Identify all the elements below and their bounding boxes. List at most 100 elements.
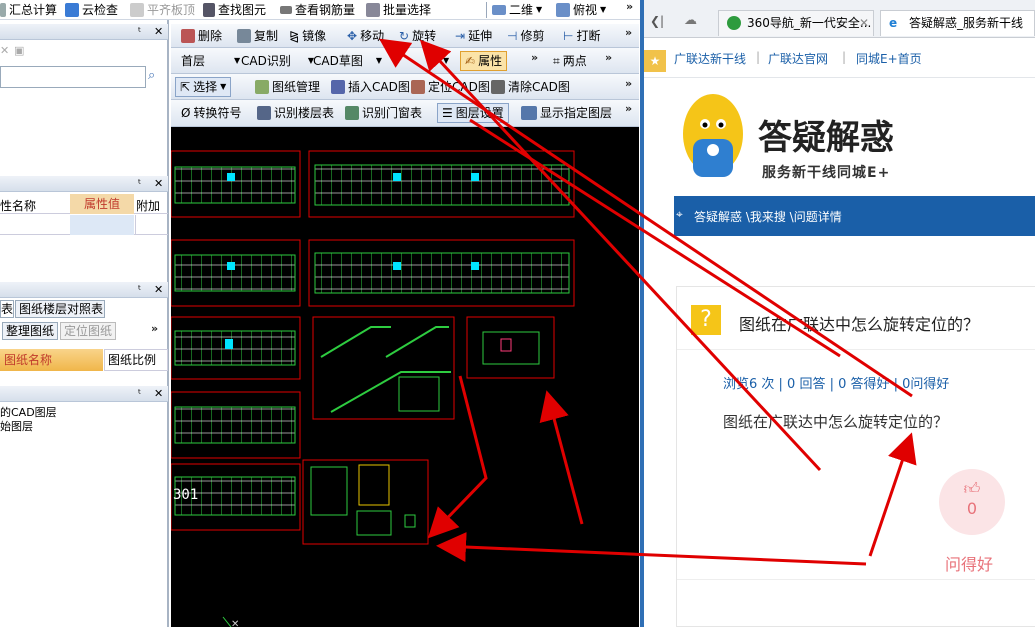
layer-settings-button[interactable]: ☰ 图层设置 (437, 103, 509, 123)
locate-drawing-button[interactable]: 定位图纸 (60, 322, 116, 340)
property-value-cell[interactable] (70, 215, 134, 235)
tab-floor-map[interactable]: 图纸楼层对照表 (15, 300, 105, 318)
bookmark-link[interactable]: 同城E+首页 (856, 50, 922, 67)
two-point-button[interactable]: ⌗ 两点 (553, 51, 587, 71)
property-table-header: 性名称 属性值 附加 (0, 194, 168, 214)
toolbar-overflow-icon[interactable]: » (605, 51, 612, 64)
rotate-button[interactable]: ↻ 旋转 (399, 26, 436, 46)
close-small-icon[interactable]: ✕ (0, 44, 9, 57)
pin-icon[interactable]: ᵗ (138, 283, 141, 296)
tab-label: 360导航_新一代安全... (747, 16, 872, 30)
convert-symbol-button[interactable]: Ø 转换符号 (181, 103, 241, 123)
move-button[interactable]: ✥ 移动 (347, 26, 384, 46)
break-button[interactable]: ⊢ 打断 (563, 26, 600, 46)
convert-symbol-icon: Ø (181, 106, 191, 120)
layers-panel-header: ᵗ ✕ (0, 386, 168, 402)
prop-name-header: 性名称 (0, 199, 37, 213)
chevron-down-icon: ▼ (234, 56, 241, 65)
trim-icon: ⊣ (507, 29, 518, 43)
toolbar-overflow-icon[interactable]: » (625, 77, 632, 90)
tab-360-nav[interactable]: 360导航_新一代安全... ✕ (718, 10, 874, 36)
insert-cad-button[interactable]: 插入CAD图 (331, 77, 410, 97)
view-rebar-button[interactable]: 查看钢筋量 (280, 0, 355, 20)
floor-value: 首层 (181, 54, 206, 68)
bookmark-link[interactable]: 广联达官网 (768, 50, 828, 67)
summary-calc-button[interactable]: 汇总计算 (0, 0, 57, 20)
batch-select-button[interactable]: 批量选择 (366, 0, 431, 20)
show-layer-button[interactable]: 显示指定图层 (521, 103, 612, 123)
find-element-label: 查找图元 (218, 3, 267, 17)
stair-marker (393, 173, 401, 181)
close-icon[interactable]: ✕ (154, 283, 163, 296)
bookmark-link[interactable]: 广联达新干线 (674, 50, 746, 67)
cad-icon (521, 106, 537, 120)
chevron-down-icon: ▼ (600, 5, 607, 14)
view-mode-dropdown[interactable]: 二维 ▼ (492, 0, 542, 20)
property-row[interactable] (0, 215, 168, 235)
pin-icon[interactable]: ᵗ (138, 25, 141, 38)
panel-overflow-icon[interactable]: » (151, 322, 158, 335)
floor-plan (174, 406, 296, 444)
detail-mark (500, 338, 512, 352)
tab-qa[interactable]: e 答疑解惑_服务新干线 (880, 10, 1035, 36)
recognize-door-window-button[interactable]: 识别门窗表 (345, 103, 422, 123)
cloud-icon[interactable]: ☁ (684, 13, 697, 28)
close-icon[interactable]: ✕ (154, 177, 163, 190)
drawing-manage-icon (255, 80, 269, 94)
edit-toolbar: 删除 复制 ⧎ 镜像 ✥ 移动 ↻ 旋转 ⇥ 延伸 ⊣ 修剪 ⊢ 打断 » (171, 24, 639, 48)
brand-title: 答疑解惑 (758, 118, 894, 158)
like-button[interactable]: 👍︎ 0 (939, 469, 1005, 535)
pin-icon[interactable]: ᵗ (138, 177, 141, 190)
locate-cad-button[interactable]: 定位CAD图 (411, 77, 490, 97)
breadcrumb[interactable]: 答疑解惑 \我来搜 \问题详情 (694, 208, 842, 225)
clear-cad-icon (491, 80, 505, 94)
drawing-manage-button[interactable]: 图纸管理 (255, 77, 320, 97)
extend-button[interactable]: ⇥ 延伸 (455, 26, 492, 46)
locate-cad-label: 定位CAD图 (428, 80, 490, 94)
layer-item[interactable]: 始图层 (0, 418, 33, 434)
toolbar-overflow-icon[interactable]: » (625, 26, 632, 39)
copy-icon[interactable]: ▣ (14, 44, 24, 57)
cad-canvas[interactable]: 301 ✕ (171, 127, 639, 627)
star-icon[interactable]: ★ (644, 50, 666, 72)
back-icon[interactable]: ❮| (650, 14, 664, 28)
flat-top-button[interactable]: 平齐板顶 (130, 0, 195, 20)
layer-toolbar: Ø 转换符号 识别楼层表 识别门窗表 ☰ 图层设置 显示指定图层 » (171, 100, 639, 127)
copy-button[interactable]: 复制 (237, 26, 278, 46)
empty-dropdown[interactable]: ▼ (443, 51, 449, 71)
select-button[interactable]: ⇱ 选择 ▼ (175, 77, 232, 97)
bookmark-divider: | (842, 50, 847, 64)
extend-label: 延伸 (468, 29, 493, 43)
pin-icon[interactable]: ᵗ (138, 387, 141, 400)
properties-button[interactable]: ✍ 属性 (460, 51, 508, 71)
recognize-floor-table-button[interactable]: 识别楼层表 (257, 103, 334, 123)
tab-table[interactable]: 表 (0, 300, 14, 318)
cad-recognize-dropdown[interactable]: CAD识别 ▼ (241, 51, 314, 71)
search-input[interactable] (0, 66, 146, 88)
drawing-sheet (312, 316, 455, 420)
trim-button[interactable]: ⊣ 修剪 (507, 26, 544, 46)
panel-header: ᵗ ✕ (0, 24, 168, 40)
delete-button[interactable]: 删除 (181, 26, 222, 46)
divider (135, 215, 136, 235)
cloud-check-button[interactable]: 云检查 (65, 0, 118, 20)
delete-label: 删除 (198, 29, 223, 43)
toolbar-overflow-icon[interactable]: » (625, 102, 632, 115)
find-element-button[interactable]: 查找图元 (203, 0, 266, 20)
move-label: 移动 (360, 29, 385, 43)
floor-dropdown[interactable]: 首层 ▼ (181, 51, 240, 71)
close-icon[interactable]: ✕ (154, 387, 163, 400)
mirror-button[interactable]: ⧎ 镜像 (289, 26, 326, 46)
organize-drawings-button[interactable]: 整理图纸 (2, 322, 58, 340)
search-icon[interactable]: ⌕ (148, 68, 164, 86)
close-icon[interactable]: ✕ (154, 25, 163, 38)
cad-draft-dropdown[interactable]: CAD草图 ▼ (313, 51, 382, 71)
properties-label: 属性 (478, 54, 503, 68)
clear-cad-button[interactable]: 清除CAD图 (491, 77, 570, 97)
flat-top-icon (130, 3, 144, 17)
close-tab-icon[interactable]: ✕ (859, 11, 869, 35)
view-angle-dropdown[interactable]: 俯视 ▼ (556, 0, 606, 20)
toolbar-overflow-icon[interactable]: » (626, 0, 633, 13)
like-label: 问得好 (945, 555, 994, 574)
toolbar-overflow-icon[interactable]: » (531, 51, 538, 64)
